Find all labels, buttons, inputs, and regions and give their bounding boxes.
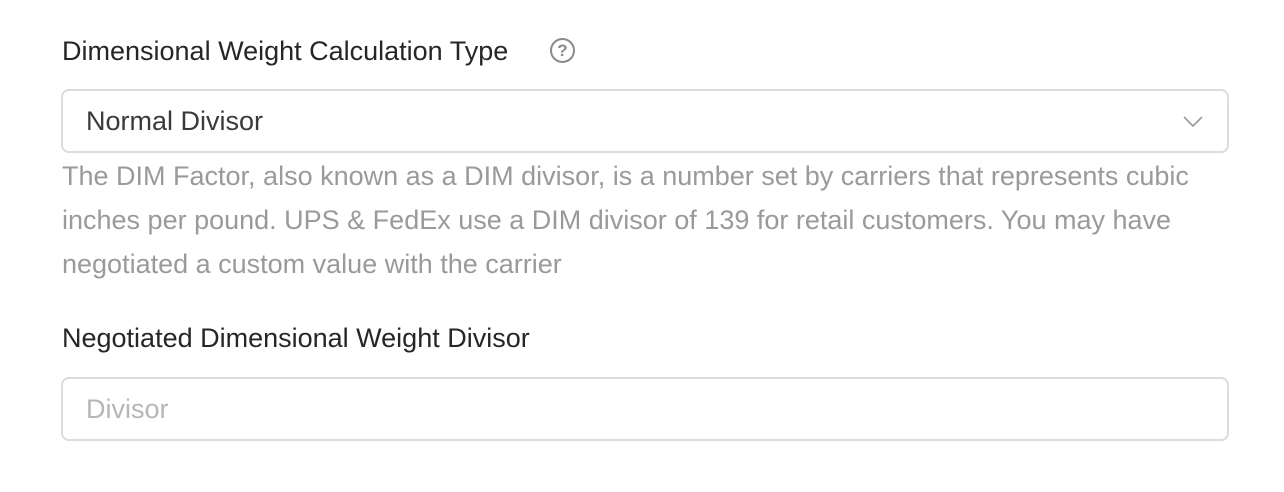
calculation-type-label: Dimensional Weight Calculation Type [62, 36, 509, 66]
dimensional-weight-form: Dimensional Weight Calculation Type ? No… [0, 0, 1284, 492]
dim-factor-description: The DIM Factor, also known as a DIM divi… [62, 161, 1189, 279]
divisor-input[interactable] [61, 377, 1229, 441]
calculation-type-selected-value: Normal Divisor [86, 106, 264, 136]
question-circle-icon[interactable]: ? [550, 38, 575, 63]
calculation-type-select[interactable]: Normal Divisor [61, 89, 1229, 153]
chevron-down-icon [1183, 116, 1203, 128]
negotiated-divisor-label: Negotiated Dimensional Weight Divisor [62, 323, 530, 353]
